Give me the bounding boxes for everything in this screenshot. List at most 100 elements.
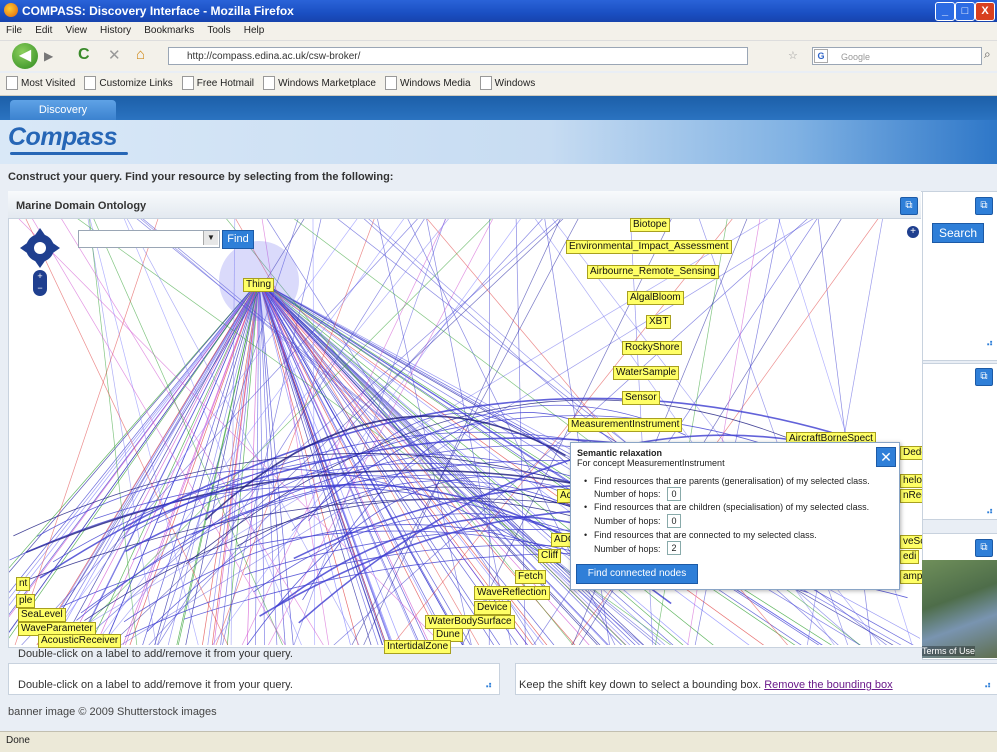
resize-handle-icon[interactable]: ⠴: [986, 506, 993, 517]
menu-help[interactable]: Help: [244, 22, 265, 40]
bookmark-windows-marketplace[interactable]: Windows Marketplace: [263, 73, 376, 95]
search-box[interactable]: Google: [812, 47, 982, 65]
node-label[interactable]: edi: [900, 550, 919, 564]
stop-button[interactable]: ✕: [108, 46, 121, 64]
resize-handle-icon[interactable]: ⠴: [984, 680, 991, 691]
resize-handle-icon[interactable]: ⠴: [485, 680, 492, 691]
node-label[interactable]: Cliff: [538, 549, 561, 563]
map-view[interactable]: [922, 560, 997, 658]
node-label[interactable]: WaterSample: [613, 366, 679, 380]
map-terms-link[interactable]: Terms of Use: [922, 646, 975, 656]
results-panel: [922, 363, 997, 520]
menu-bookmarks[interactable]: Bookmarks: [144, 22, 194, 40]
menu-tools[interactable]: Tools: [207, 22, 230, 40]
node-label[interactable]: Environmental_Impact_Assessment: [566, 240, 732, 254]
bullet-icon: •: [584, 476, 587, 486]
bullet-icon: •: [584, 530, 587, 540]
reload-button[interactable]: C: [78, 46, 90, 64]
menu-bar: File Edit View History Bookmarks Tools H…: [0, 22, 997, 41]
bookmarks-toolbar: Most Visited Customize Links Free Hotmai…: [0, 73, 997, 96]
concept-search-input[interactable]: [78, 230, 220, 248]
hops-parents-input[interactable]: 0: [667, 487, 681, 501]
node-label[interactable]: Fetch: [515, 570, 546, 584]
forward-button[interactable]: ▶: [44, 49, 53, 63]
node-label[interactable]: Device: [474, 601, 511, 615]
node-label[interactable]: Biotope: [630, 218, 670, 232]
graph-hint-text: Double-click on a label to add/remove it…: [18, 648, 293, 660]
hops-label: Number of hops:: [594, 516, 661, 526]
node-label[interactable]: XBT: [646, 315, 671, 329]
find-connected-nodes-button[interactable]: Find connected nodes: [576, 564, 698, 584]
node-label[interactable]: MeasurementInstrument: [568, 418, 682, 432]
status-text: Done: [6, 735, 30, 746]
hops-children-input[interactable]: 0: [667, 514, 681, 528]
find-button[interactable]: Find: [222, 230, 254, 249]
remove-bbox-link[interactable]: Remove the bounding box: [764, 679, 892, 691]
logo-swoosh: [10, 152, 128, 155]
node-label[interactable]: SeaLevel: [18, 608, 66, 622]
bookmark-windows-media[interactable]: Windows Media: [385, 73, 471, 95]
node-label[interactable]: IntertidalZone: [384, 640, 451, 654]
window-title: COMPASS: Discovery Interface - Mozilla F…: [22, 4, 294, 18]
search-button[interactable]: Search: [932, 223, 984, 243]
navigation-toolbar: ◀ ▶ C ✕ ⌂ http://compass.edina.ac.uk/csw…: [0, 41, 997, 71]
node-label[interactable]: Airbourne_Remote_Sensing: [587, 265, 719, 279]
node-label[interactable]: RockyShore: [622, 341, 682, 355]
bookmark-page-icon: [84, 76, 96, 90]
bookmark-customize-links[interactable]: Customize Links: [84, 73, 172, 95]
bookmark-page-icon: [385, 76, 397, 90]
node-label[interactable]: ple: [16, 594, 35, 608]
hops-label: Number of hops:: [594, 489, 661, 499]
close-button[interactable]: X: [975, 2, 995, 21]
node-label[interactable]: AcousticReceiver: [38, 634, 121, 648]
bookmark-windows[interactable]: Windows: [480, 73, 536, 95]
resize-handle-icon[interactable]: ⠴: [986, 338, 993, 349]
tab-strip: [0, 96, 997, 120]
close-popup-button[interactable]: ✕: [876, 447, 896, 467]
bookmark-most-visited[interactable]: Most Visited: [6, 73, 75, 95]
back-button[interactable]: ◀: [12, 43, 38, 69]
status-bar: [0, 731, 997, 752]
zoom-control[interactable]: +−: [33, 270, 47, 296]
node-label[interactable]: WaterBodySurface: [425, 615, 515, 629]
menu-file[interactable]: File: [6, 22, 22, 40]
popup-title: Semantic relaxation: [577, 448, 662, 458]
firefox-icon: [4, 3, 18, 17]
pan-control[interactable]: [18, 226, 62, 270]
menu-view[interactable]: View: [65, 22, 87, 40]
menu-history[interactable]: History: [100, 22, 131, 40]
hops-connected-input[interactable]: 2: [667, 541, 681, 555]
search-panel-maximize-icon[interactable]: ⧉: [975, 197, 993, 215]
node-label[interactable]: AlgalBloom: [627, 291, 684, 305]
search-icon[interactable]: ⌕: [984, 47, 991, 62]
banner: [0, 120, 997, 164]
ontology-title: Marine Domain Ontology: [16, 200, 146, 212]
tab-discovery[interactable]: Discovery: [10, 100, 116, 120]
popup-concept: For concept MeasurementInstrument: [577, 458, 725, 468]
bookmark-page-icon: [6, 76, 18, 90]
search-panel: [922, 191, 997, 361]
bookmark-star-icon[interactable]: ☆: [788, 49, 798, 62]
node-label[interactable]: Thing: [243, 278, 274, 292]
option-children: Find resources that are children (specia…: [594, 502, 869, 512]
bookmark-page-icon: [480, 76, 492, 90]
menu-edit[interactable]: Edit: [35, 22, 52, 40]
bookmark-page-icon: [182, 76, 194, 90]
node-label[interactable]: nt: [16, 577, 30, 591]
bullet-icon: •: [584, 502, 587, 512]
home-button[interactable]: ⌂: [136, 46, 145, 63]
minimize-button[interactable]: _: [935, 2, 955, 21]
node-label[interactable]: Sensor: [622, 391, 660, 405]
url-bar[interactable]: http://compass.edina.ac.uk/csw-broker/: [168, 47, 748, 65]
chevron-down-icon[interactable]: ▼: [203, 231, 218, 245]
bookmark-free-hotmail[interactable]: Free Hotmail: [182, 73, 254, 95]
add-icon[interactable]: +: [907, 226, 919, 238]
results-panel-maximize-icon[interactable]: ⧉: [975, 368, 993, 386]
option-connected: Find resources that are connected to my …: [594, 530, 817, 540]
maximize-button[interactable]: □: [955, 2, 975, 21]
node-label[interactable]: WaveReflection: [474, 586, 550, 600]
hops-label: Number of hops:: [594, 544, 661, 554]
ontology-maximize-icon[interactable]: ⧉: [900, 197, 918, 215]
option-parents: Find resources that are parents (general…: [594, 476, 870, 486]
map-panel-maximize-icon[interactable]: ⧉: [975, 539, 993, 557]
